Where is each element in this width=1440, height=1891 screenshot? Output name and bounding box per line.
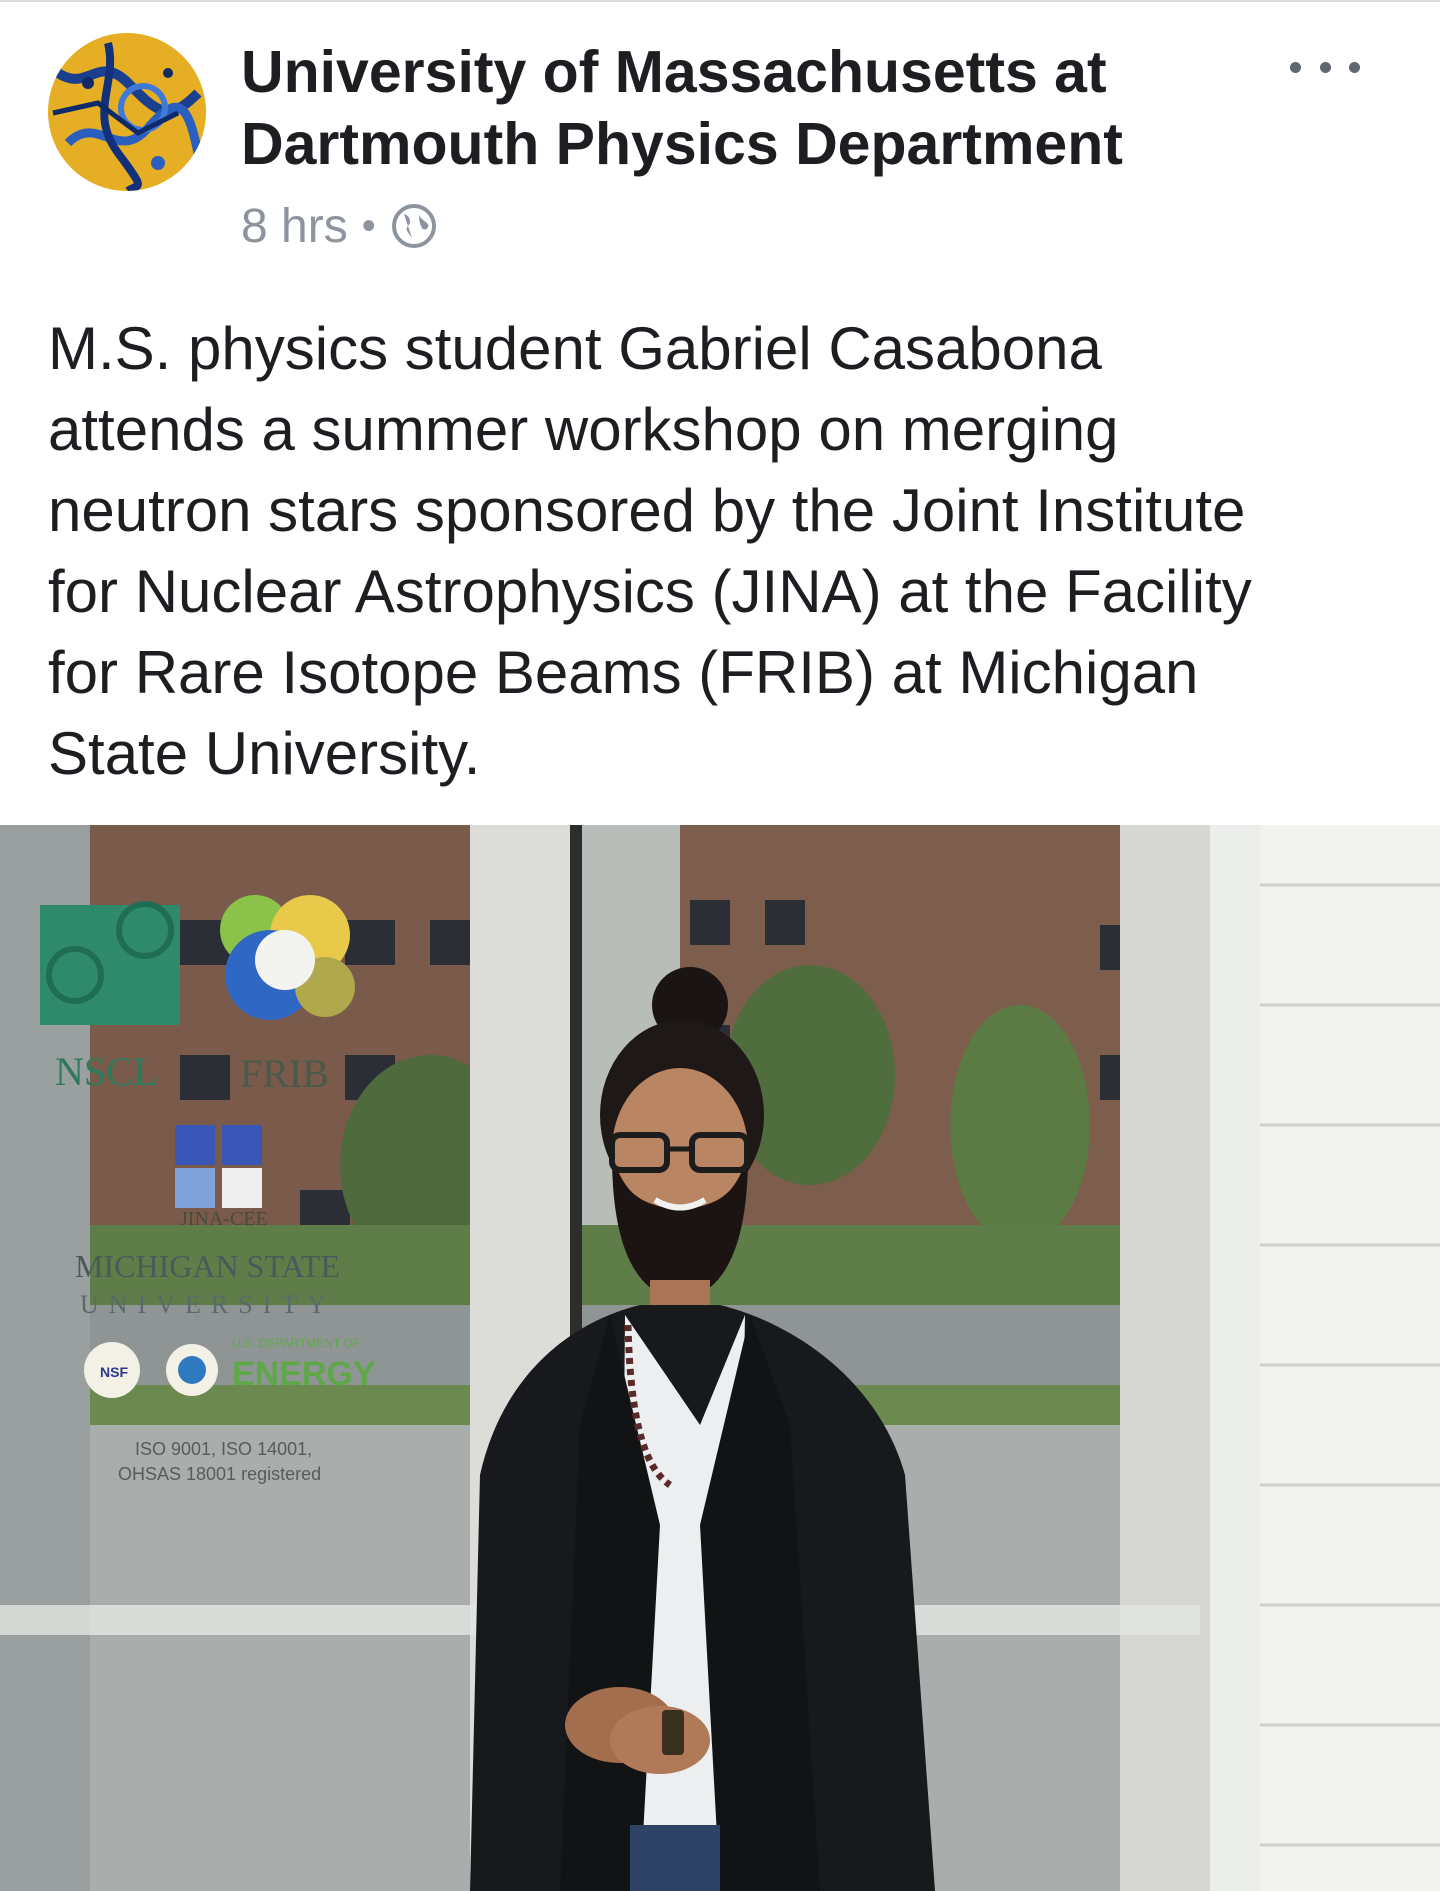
iso-label-line2: OHSAS 18001 registered — [118, 1464, 321, 1484]
nscl-label: NSCL — [55, 1049, 157, 1094]
page-name-line1[interactable]: University of Massachusetts at — [241, 36, 1241, 108]
post-text-line: for Nuclear Astrophysics (JINA) at the F… — [48, 558, 1252, 625]
meta-separator: • — [361, 203, 376, 248]
doe-small-label: U.S. DEPARTMENT OF — [232, 1336, 360, 1350]
iso-label-line1: ISO 9001, ISO 14001, — [135, 1439, 312, 1459]
post-text-line: attends a summer workshop on merging — [48, 396, 1119, 463]
post-text: M.S. physics student Gabriel Casabona at… — [48, 308, 1408, 794]
msu-label-line1: MICHIGAN STATE — [75, 1248, 340, 1284]
post-text-line: for Rare Isotope Beams (FRIB) at Michiga… — [48, 639, 1199, 706]
post-text-line: M.S. physics student Gabriel Casabona — [48, 315, 1102, 382]
globe-icon — [390, 202, 438, 250]
post-text-line: State University. — [48, 720, 481, 787]
post-photo[interactable]: NSCL FRIB JINA-CEE MICHIGAN STATE UNIVER… — [0, 825, 1440, 1891]
page-avatar[interactable] — [48, 33, 206, 191]
nsf-label: NSF — [100, 1364, 128, 1380]
energy-label: ENERGY — [232, 1355, 376, 1393]
photo-image: NSCL FRIB JINA-CEE MICHIGAN STATE UNIVER… — [0, 825, 1440, 1891]
post-meta: 8 hrs • — [241, 199, 438, 254]
msu-label-line2: UNIVERSITY — [80, 1290, 336, 1319]
more-options-icon[interactable] — [1290, 52, 1360, 82]
top-divider — [0, 0, 1440, 2]
jina-label: JINA-CEE — [180, 1208, 268, 1230]
more-dot — [1290, 61, 1301, 73]
avatar-image — [48, 33, 206, 191]
page-name-line2[interactable]: Dartmouth Physics Department — [241, 108, 1241, 180]
post-text-line: neutron stars sponsored by the Joint Ins… — [48, 477, 1246, 544]
more-dot — [1319, 61, 1331, 73]
post-time[interactable]: 8 hrs — [241, 199, 348, 254]
more-dot — [1349, 61, 1360, 73]
frib-label: FRIB — [240, 1051, 329, 1096]
page-name[interactable]: University of Massachusetts at Dartmouth… — [241, 36, 1241, 180]
